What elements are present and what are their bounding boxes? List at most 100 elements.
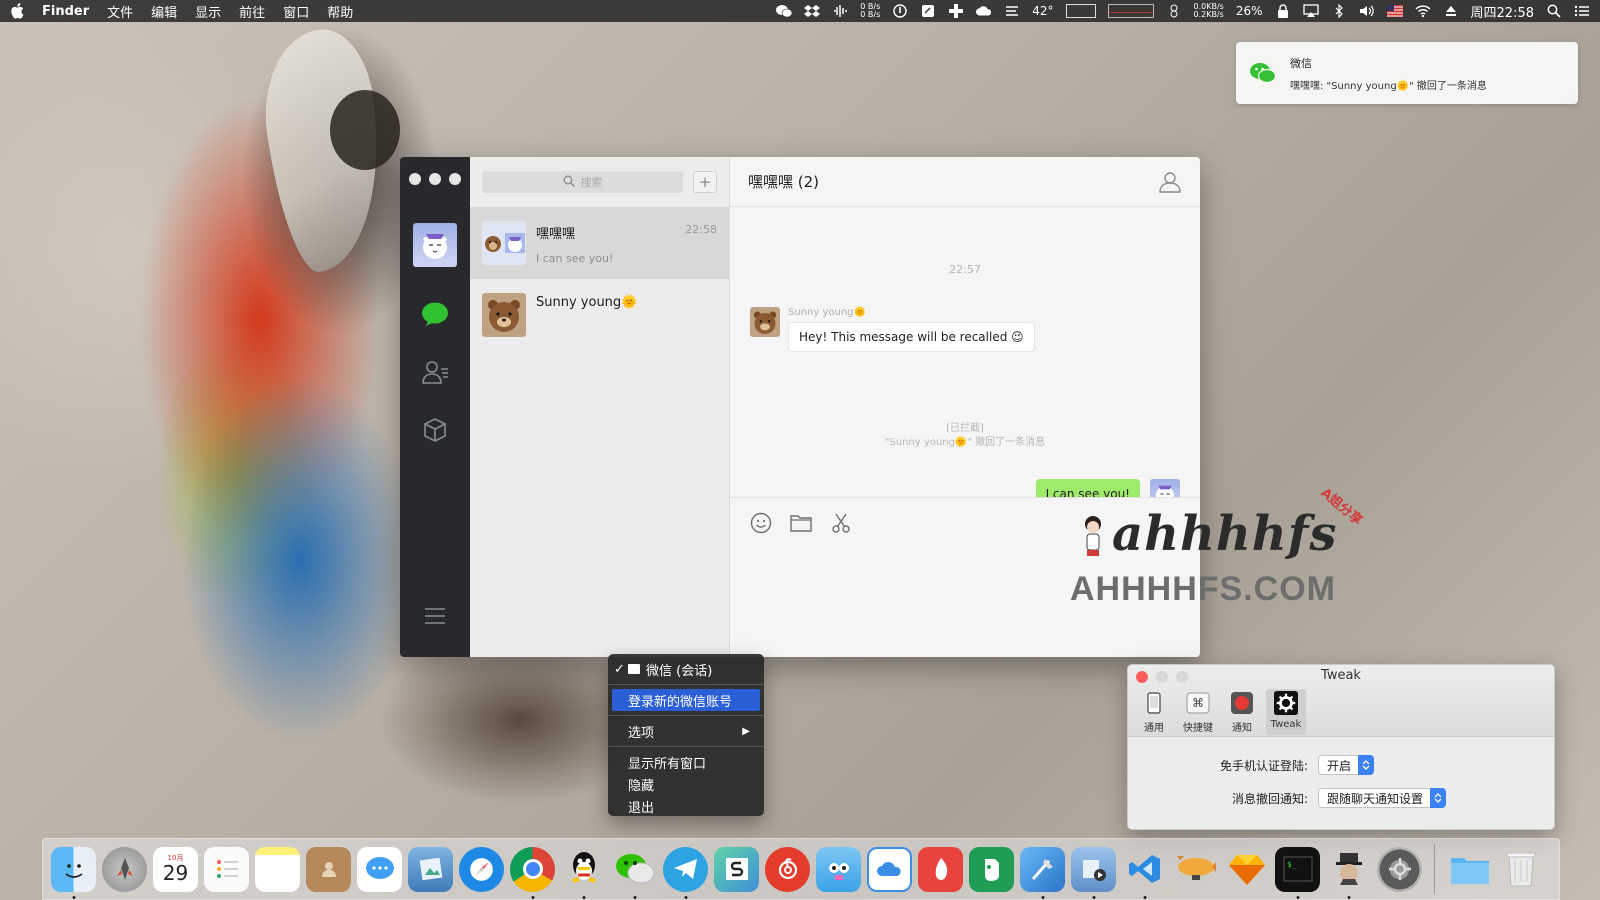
menu-help[interactable]: 帮助 [327,2,353,21]
disk-icon[interactable] [1166,4,1182,18]
incoming-message-bubble[interactable]: Hey! This message will be recalled 😉 [788,322,1035,352]
alfred-icon[interactable] [1326,847,1371,899]
chat-members-icon[interactable] [1158,170,1182,194]
system-preferences-icon[interactable] [1377,846,1422,892]
airplay-icon[interactable] [1302,4,1319,18]
menu-item-label: 显示所有窗口 [628,756,707,772]
menu-item-wechat-session[interactable]: ✓ 微信 (会话) [608,658,764,680]
cloud-icon[interactable] [976,4,992,18]
menu-view[interactable]: 显示 [195,2,221,21]
my-avatar[interactable] [413,223,457,267]
preview-icon[interactable] [408,846,453,892]
tab-notifications[interactable]: 通知 [1222,689,1262,735]
info-icon[interactable] [892,4,908,18]
close-button[interactable] [409,173,421,185]
emoji-icon[interactable] [750,512,772,534]
compose-area[interactable] [730,497,1200,657]
recall-notify-select[interactable]: 跟随聊天通知设置 [1318,788,1447,808]
chats-nav-icon[interactable] [420,299,450,329]
sublime-text-icon[interactable] [714,846,759,892]
search-input[interactable]: 搜索 [482,171,683,193]
menu-finder[interactable]: Finder [42,4,89,19]
lock-icon[interactable] [1275,4,1291,18]
net2-down: 0.2KB/s [1193,10,1224,19]
menu-item-options[interactable]: 选项 ▶ [608,720,764,742]
tweetbot-icon[interactable] [816,846,861,892]
dock-context-menu: ✓ 微信 (会话) 登录新的微信账号 选项 ▶ 显示所有窗口 隐藏 退出 [608,654,764,816]
tab-tweak[interactable]: Tweak [1266,689,1306,735]
screen-recorder-icon[interactable] [1071,846,1116,899]
notes-icon[interactable] [255,846,300,892]
menubar-clock[interactable]: 周四22:58 [1471,2,1534,21]
contacts-nav-icon[interactable] [420,357,450,387]
reminders-icon[interactable] [204,846,249,892]
minimize-button[interactable] [429,173,441,185]
fan-icon[interactable] [1004,4,1020,18]
add-chat-button[interactable]: + [693,171,717,193]
bluetooth-icon[interactable] [1331,4,1347,18]
tab-shortcuts[interactable]: ⌘ 快捷键 [1178,689,1218,735]
cpu-graph-box[interactable] [1065,4,1096,18]
xcode-icon[interactable] [1020,846,1065,899]
contacts-book-icon[interactable] [306,846,351,892]
dropbox-icon[interactable] [804,4,821,18]
messages-icon[interactable] [357,846,402,892]
notification-center-icon[interactable] [1574,4,1590,18]
sketch-icon[interactable] [1224,847,1269,892]
chrome-icon[interactable] [510,846,555,899]
plus-cross-icon[interactable] [948,4,964,18]
setting-label: 消息撤回通知: [1231,791,1308,806]
telegram-icon[interactable] [663,846,708,899]
scissors-icon[interactable] [830,512,852,534]
launchpad-icon[interactable] [102,846,147,892]
favorites-nav-icon[interactable] [420,415,450,445]
battery-readout[interactable]: 26% [1236,4,1263,18]
notification-title: 微信 [1290,56,1312,70]
wechat-dock-icon[interactable] [612,847,657,899]
sender-avatar[interactable] [750,307,780,337]
evernote-icon[interactable] [969,846,1014,892]
calendar-icon[interactable]: 10月 29 [153,846,198,892]
stepper-icon [1358,755,1375,775]
cloud-app-icon[interactable] [867,846,912,892]
eject-icon[interactable] [1443,4,1459,18]
settings-menu-icon[interactable] [420,601,450,631]
notification-banner[interactable]: 微信 嘿嘿嘿: "Sunny young🌞" 撤回了一条消息 [1236,42,1578,104]
zoom-button[interactable] [449,173,461,185]
us-flag-icon[interactable] [1386,4,1403,18]
menu-go[interactable]: 前往 [239,2,265,21]
record-icon [1230,691,1254,715]
qq-icon[interactable] [561,847,606,899]
phone-login-select[interactable]: 开启 [1318,755,1375,775]
tiny-red-app-icon[interactable] [918,846,963,892]
netease-music-icon[interactable] [765,846,810,892]
menu-item-show-all-windows[interactable]: 显示所有窗口 [608,751,764,773]
network-graph[interactable] [1107,4,1154,18]
net-speed-readout-2: 0.0KB/s 0.2KB/s [1194,3,1224,19]
blimp-app-icon[interactable] [1173,847,1218,892]
volume-icon[interactable] [1359,4,1375,18]
menu-item-quit[interactable]: 退出 [608,795,764,817]
conversation-item[interactable]: 嘿嘿嘿 I can see you! 22:58 [470,207,729,279]
trash-icon[interactable] [1498,847,1543,892]
menu-edit[interactable]: 编辑 [151,2,177,21]
folder-icon[interactable] [790,512,812,534]
apple-icon[interactable] [10,3,26,19]
wechat-sidebar [400,157,470,657]
finder-icon[interactable] [51,846,96,899]
menu-window[interactable]: 窗口 [283,2,309,21]
spotlight-search-icon[interactable] [1546,4,1562,18]
wechat-status-icon[interactable] [776,4,793,18]
tab-general[interactable]: 通用 [1134,689,1174,735]
wifi-icon[interactable] [1415,4,1431,18]
menu-item-hide[interactable]: 隐藏 [608,773,764,795]
safari-icon[interactable] [459,846,504,892]
menu-item-login-new-account[interactable]: 登录新的微信账号 [612,689,760,711]
clipboard-icon[interactable] [920,4,936,18]
conversation-item[interactable]: Sunny young🌞 [470,279,729,351]
vscode-icon[interactable] [1122,847,1167,899]
audio-levels-icon[interactable] [832,4,848,18]
downloads-folder-icon[interactable] [1447,847,1492,892]
terminal-icon[interactable]: $_ [1275,846,1320,899]
menu-file[interactable]: 文件 [107,2,133,21]
